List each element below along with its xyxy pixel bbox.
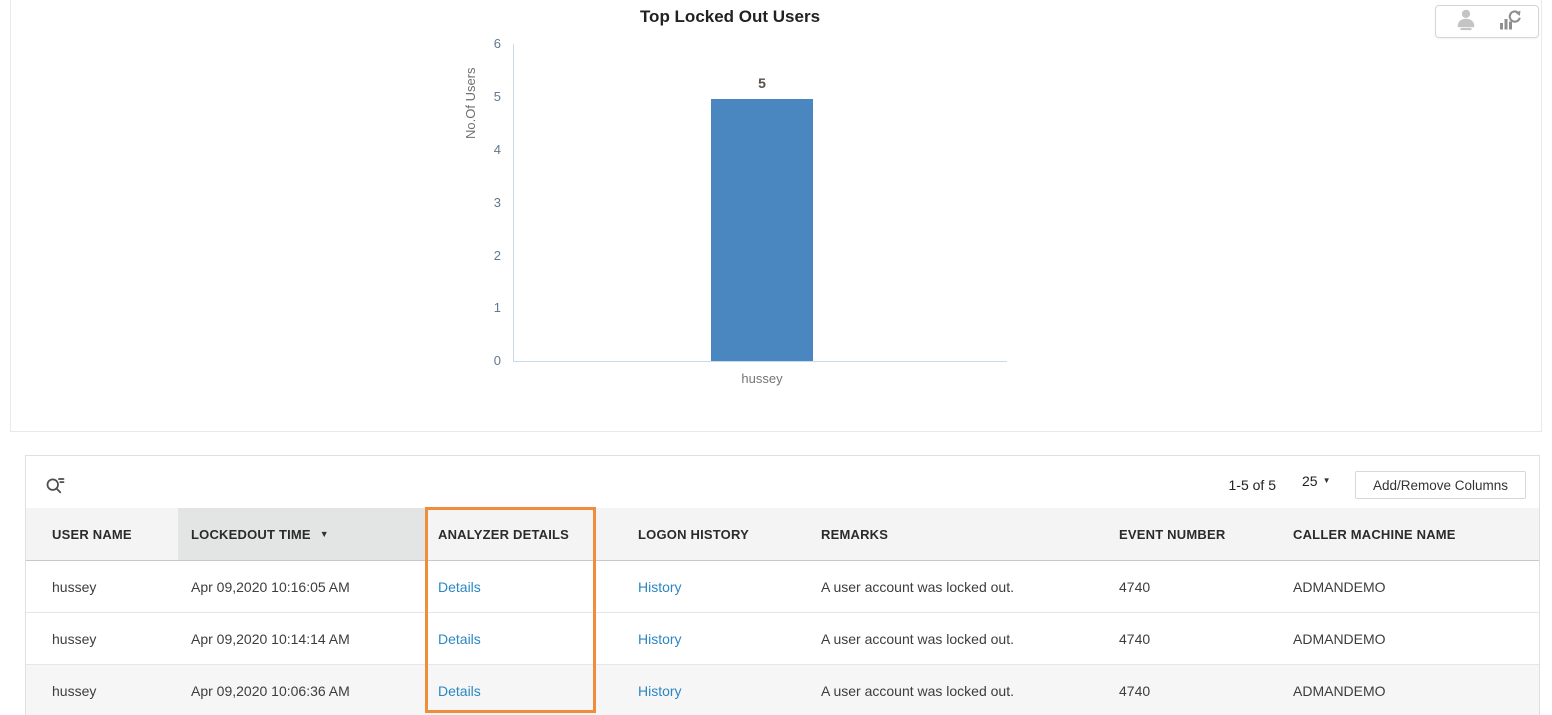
table-search-button[interactable] xyxy=(42,473,67,501)
details-link[interactable]: Details xyxy=(438,631,481,647)
column-header-user-name[interactable]: USER NAME xyxy=(26,508,178,560)
chart-refresh-button[interactable] xyxy=(1495,6,1523,37)
y-tick-5: 5 xyxy=(469,89,501,104)
bar-value-label: 5 xyxy=(711,75,813,91)
chevron-down-icon: ▼ xyxy=(1323,477,1331,485)
page-size-dropdown[interactable]: 25 ▼ xyxy=(1302,473,1331,489)
table-header-row: USER NAME LOCKEDOUT TIME ▼ ANALYZER DETA… xyxy=(26,508,1539,561)
page-size-value: 25 xyxy=(1302,473,1318,489)
cell-remarks: A user account was locked out. xyxy=(779,613,1077,664)
cell-user-name: hussey xyxy=(26,613,178,664)
details-link[interactable]: Details xyxy=(438,579,481,595)
y-tick-6: 6 xyxy=(469,36,501,51)
chart-title: Top Locked Out Users xyxy=(11,7,1449,27)
cell-lockedout-time: Apr 09,2020 10:06:36 AM xyxy=(178,665,426,715)
bar-hussey[interactable] xyxy=(711,99,813,361)
sort-desc-icon: ▼ xyxy=(320,529,329,539)
cell-remarks: A user account was locked out. xyxy=(779,561,1077,612)
cell-event-number: 4740 xyxy=(1077,613,1251,664)
y-tick-4: 4 xyxy=(469,142,501,157)
lockout-table-panel: 1-5 of 5 25 ▼ Add/Remove Columns USER NA… xyxy=(25,455,1540,715)
y-tick-0: 0 xyxy=(469,353,501,368)
cell-user-name: hussey xyxy=(26,561,178,612)
cell-lockedout-time: Apr 09,2020 10:14:14 AM xyxy=(178,613,426,664)
cell-user-name: hussey xyxy=(26,665,178,715)
column-header-lockedout-time-label: LOCKEDOUT TIME xyxy=(191,527,311,542)
history-link[interactable]: History xyxy=(638,579,682,595)
column-header-remarks[interactable]: REMARKS xyxy=(779,508,1077,560)
bar-chart-refresh-icon xyxy=(1497,8,1521,35)
y-tick-3: 3 xyxy=(469,195,501,210)
column-header-caller-machine-name[interactable]: CALLER MACHINE NAME xyxy=(1251,508,1539,560)
x-axis-line xyxy=(513,361,1007,362)
y-axis-line xyxy=(513,44,514,362)
search-icon xyxy=(44,475,65,499)
table-row: hussey Apr 09,2020 10:06:36 AM Details H… xyxy=(26,665,1539,715)
cell-event-number: 4740 xyxy=(1077,665,1251,715)
user-icon xyxy=(1453,7,1479,36)
x-tick-hussey: hussey xyxy=(701,371,823,386)
pagination-range: 1-5 of 5 xyxy=(1176,477,1276,493)
table-row: hussey Apr 09,2020 10:16:05 AM Details H… xyxy=(26,561,1539,613)
view-toggle-group xyxy=(1435,5,1539,38)
history-link[interactable]: History xyxy=(638,683,682,699)
y-tick-1: 1 xyxy=(469,300,501,315)
user-view-button[interactable] xyxy=(1451,5,1481,38)
column-header-analyzer-details[interactable]: ANALYZER DETAILS xyxy=(426,508,596,560)
cell-event-number: 4740 xyxy=(1077,561,1251,612)
screen: Top Locked Out Users xyxy=(0,0,1552,715)
y-tick-2: 2 xyxy=(469,248,501,263)
table-row: hussey Apr 09,2020 10:14:14 AM Details H… xyxy=(26,613,1539,665)
details-link[interactable]: Details xyxy=(438,683,481,699)
add-remove-columns-button[interactable]: Add/Remove Columns xyxy=(1355,471,1526,499)
history-link[interactable]: History xyxy=(638,631,682,647)
column-header-logon-history[interactable]: LOGON HISTORY xyxy=(596,508,779,560)
chart-panel: Top Locked Out Users xyxy=(10,0,1542,432)
cell-remarks: A user account was locked out. xyxy=(779,665,1077,715)
cell-caller-machine-name: ADMANDEMO xyxy=(1251,613,1539,664)
column-header-event-number[interactable]: EVENT NUMBER xyxy=(1077,508,1251,560)
cell-caller-machine-name: ADMANDEMO xyxy=(1251,561,1539,612)
cell-lockedout-time: Apr 09,2020 10:16:05 AM xyxy=(178,561,426,612)
column-header-lockedout-time[interactable]: LOCKEDOUT TIME ▼ xyxy=(178,508,426,560)
cell-caller-machine-name: ADMANDEMO xyxy=(1251,665,1539,715)
